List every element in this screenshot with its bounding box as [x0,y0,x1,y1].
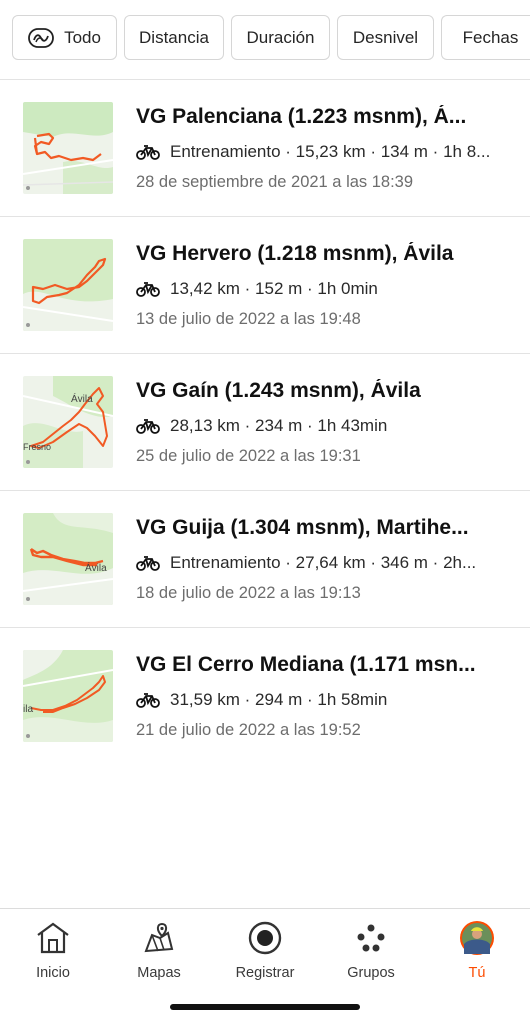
bike-icon [136,555,160,571]
activity-stats: 28,13 km · 234 m · 1h 43min [136,416,508,436]
route-map-thumbnail [23,239,113,331]
home-icon [34,919,72,957]
bike-icon [136,692,160,708]
record-icon [246,919,284,957]
tab-label: Grupos [347,965,395,981]
bottom-tab-bar: Inicio Mapas Registrar Grupos Tú [0,908,530,1023]
avatar [458,919,496,957]
activity-stats: 13,42 km · 152 m · 1h 0min [136,279,508,299]
filter-chip-label: Distancia [139,27,209,47]
filter-chip-duration[interactable]: Duración [231,15,330,60]
home-indicator [170,1004,360,1010]
activity-title[interactable]: VG Guija (1.304 msnm), Martihe... [136,516,506,540]
activity-date: 25 de julio de 2022 a las 19:31 [136,447,361,465]
activity-date: 21 de julio de 2022 a las 19:52 [136,721,361,739]
tab-label: Mapas [137,965,181,981]
map-label: ila [23,704,33,715]
bike-icon [136,418,160,434]
map-label: Fresno [23,442,51,452]
activity-title[interactable]: VG Palenciana (1.223 msnm), Á... [136,105,506,129]
bike-icon [136,281,160,297]
filter-chip-distance[interactable]: Distancia [124,15,224,60]
activity-stats: 31,59 km · 294 m · 1h 58min [136,690,508,710]
map-icon [140,919,178,957]
map-label: Ávila [85,561,107,574]
filter-chip-label: Desnivel [352,27,419,47]
all-sports-icon [28,27,54,48]
activity-stats-text: 28,13 km · 234 m · 1h 43min [170,416,388,435]
activity-stats: Entrenamiento · 15,23 km · 134 m · 1h 8.… [136,142,508,162]
tab-registrar[interactable]: Registrar [212,909,318,989]
filter-chip-label: Todo [64,27,101,47]
filter-chip-dates[interactable]: Fechas [441,15,530,60]
route-map-thumbnail: ila [23,650,113,742]
tab-label: Inicio [36,965,70,981]
activity-row[interactable]: VG Hervero (1.218 msnm), Ávila 13,42 km … [0,217,530,354]
activity-stats: Entrenamiento · 27,64 km · 346 m · 2h... [136,553,508,573]
filter-chip-label: Duración [246,27,315,47]
tab-label: Registrar [235,965,295,981]
filter-chip-all[interactable]: Todo [12,15,117,60]
activity-row[interactable]: Ávila VG Guija (1.304 msnm), Martihe... … [0,491,530,628]
activity-title[interactable]: VG Gaín (1.243 msnm), Ávila [136,379,506,403]
groups-icon [352,919,390,957]
activity-title[interactable]: VG El Cerro Mediana (1.171 msn... [136,653,506,677]
activity-date: 13 de julio de 2022 a las 19:48 [136,310,361,328]
route-map-thumbnail: Ávila [23,513,113,605]
activity-stats-text: Entrenamiento · 27,64 km · 346 m · 2h... [170,553,477,572]
activity-list: VG Palenciana (1.223 msnm), Á... Entrena… [0,80,530,765]
activity-row[interactable]: VG Palenciana (1.223 msnm), Á... Entrena… [0,80,530,217]
tab-label: Tú [468,965,486,981]
activity-row[interactable]: Ávila Fresno VG Gaín (1.243 msnm), Ávila… [0,354,530,491]
filter-chip-label: Fechas [462,27,519,47]
tab-grupos[interactable]: Grupos [318,909,424,989]
activity-stats-text: 13,42 km · 152 m · 1h 0min [170,279,378,298]
tab-tu[interactable]: Tú [424,909,530,989]
filter-chip-elevation[interactable]: Desnivel [337,15,434,60]
filter-bar: Todo Distancia Duración Desnivel Fechas [0,0,530,80]
tab-mapas[interactable]: Mapas [106,909,212,989]
activity-stats-text: 31,59 km · 294 m · 1h 58min [170,690,388,709]
activity-date: 28 de septiembre de 2021 a las 18:39 [136,173,414,191]
route-map-thumbnail [23,102,113,194]
activity-row[interactable]: ila VG El Cerro Mediana (1.171 msn... 31… [0,628,530,765]
map-label: Ávila [71,392,93,405]
activity-date: 18 de julio de 2022 a las 19:13 [136,584,361,602]
route-map-thumbnail: Ávila Fresno [23,376,113,468]
activity-title[interactable]: VG Hervero (1.218 msnm), Ávila [136,242,506,266]
tab-inicio[interactable]: Inicio [0,909,106,989]
bike-icon [136,144,160,160]
activity-stats-text: Entrenamiento · 15,23 km · 134 m · 1h 8.… [170,142,491,161]
